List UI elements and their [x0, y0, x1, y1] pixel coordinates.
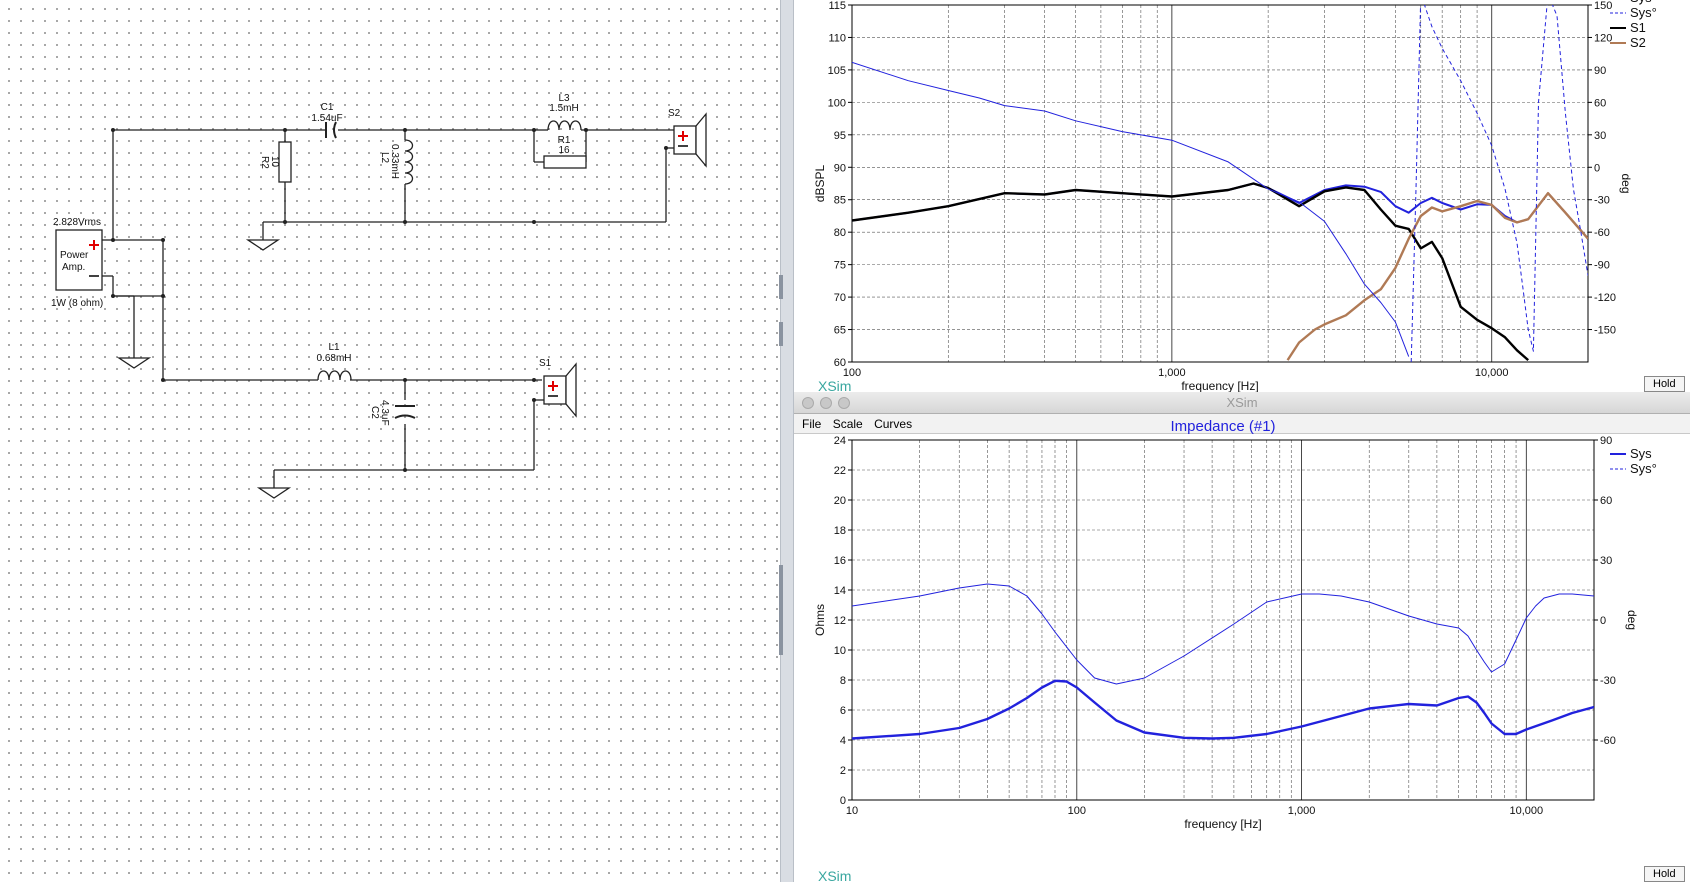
source-name-line1: Power — [60, 250, 89, 261]
y-tick-label: 100 — [828, 97, 846, 109]
y2-tick-label: 0 — [1600, 615, 1606, 627]
legend-label: Sys° — [1630, 5, 1657, 20]
y-tick-label: 85 — [834, 195, 846, 207]
schematic-canvas[interactable]: 2.828Vrms Power Amp. 1W (8 ohm) C1 1.54u… — [0, 0, 780, 882]
y-tick-label: 75 — [834, 260, 846, 272]
divider-mark — [779, 275, 783, 299]
c2-id: C2 — [369, 406, 380, 419]
l2-value: 0.33mH — [389, 144, 400, 179]
spl-chart: 60 65 70 75 80 85 90 95 100 105 110 115 -150 -120 -90 -… — [813, 0, 1657, 392]
hold-button[interactable]: Hold — [1644, 376, 1685, 392]
l3-value: 1.5mH — [549, 103, 578, 114]
y-tick-label: 14 — [834, 585, 846, 597]
y-tick-label: 6 — [840, 705, 846, 717]
y2-tick-label: 60 — [1600, 495, 1612, 507]
y2-tick-label: -150 — [1594, 325, 1616, 337]
y-tick-label: 70 — [834, 292, 846, 304]
y-tick-label: 22 — [834, 465, 846, 477]
series-s2-line — [1286, 192, 1588, 361]
l2-id: L2 — [379, 152, 390, 164]
y-tick-label: 4 — [840, 735, 846, 747]
x-tick-label: 1,000 — [1158, 367, 1186, 379]
y-tick-label: 95 — [834, 130, 846, 142]
legend-label: Sys° — [1630, 461, 1657, 476]
y-tick-label: 80 — [834, 227, 846, 239]
y-tick-label: 24 — [834, 435, 846, 447]
hold-button[interactable]: Hold — [1644, 866, 1685, 882]
c2-value: 4.3uF — [379, 400, 390, 426]
series-sys-line — [852, 583, 1594, 685]
x-axis-label: frequency [Hz] — [1184, 817, 1261, 831]
l1-id: L1 — [328, 342, 340, 353]
y2-tick-label: 30 — [1594, 130, 1606, 142]
x-tick-label: 10,000 — [1475, 367, 1509, 379]
y-tick-label: 110 — [828, 32, 846, 44]
x-tick-label: 100 — [1068, 805, 1086, 817]
y2-tick-label: 120 — [1594, 32, 1612, 44]
r2-id: R2 — [259, 156, 270, 169]
x-tick-label: 10,000 — [1510, 805, 1544, 817]
y2-tick-label: 30 — [1600, 555, 1612, 567]
y2-tick-label: -30 — [1594, 195, 1610, 207]
x-tick-label: 1,000 — [1288, 805, 1316, 817]
y-tick-label: 16 — [834, 555, 846, 567]
r1-value: 16 — [558, 145, 570, 156]
schematic-drawing: 2.828Vrms Power Amp. 1W (8 ohm) C1 1.54u… — [51, 93, 707, 499]
y2-tick-label: 150 — [1594, 0, 1612, 12]
y-tick-label: 20 — [834, 495, 846, 507]
source-name-line2: Amp. — [62, 262, 85, 273]
y-tick-label: 105 — [828, 65, 846, 77]
y-tick-label: 90 — [834, 162, 846, 174]
legend-label: Sys — [1630, 446, 1652, 461]
divider-mark — [779, 565, 783, 655]
divider-mark — [779, 322, 783, 346]
x-tick-label: 10 — [846, 805, 858, 817]
impedance-chart: 024681012141618202224-60-30030609010 100 1… — [813, 418, 1657, 831]
s1-id: S1 — [539, 358, 552, 369]
y-tick-label: 2 — [840, 765, 846, 777]
y2-tick-label: -60 — [1594, 227, 1610, 239]
y-tick-label: 8 — [840, 675, 846, 687]
plot-frame — [851, 4, 1589, 363]
c1-value: 1.54uF — [311, 113, 342, 124]
source-voltage-label: 2.828Vrms — [53, 217, 101, 228]
legend-label: S2 — [1630, 35, 1646, 50]
r2-value: 10 — [269, 156, 280, 168]
impedance-window[interactable]: XSim File Scale Curves 0 2 4 6 8 10 12 14 16 18 20… — [794, 392, 1690, 884]
x-axis-label: frequency [Hz] — [1181, 379, 1258, 392]
legend-label: S1 — [1630, 20, 1646, 35]
y-tick-label: 18 — [834, 525, 846, 537]
source-rating-label: 1W (8 ohm) — [51, 298, 103, 309]
y-axis-label: Ohms — [813, 604, 827, 636]
series-group — [852, 583, 1594, 740]
y2-tick-label: -60 — [1600, 735, 1616, 747]
y2-tick-label: 90 — [1594, 65, 1606, 77]
window-divider — [779, 0, 794, 882]
y2-tick-label: -90 — [1594, 260, 1610, 272]
series-group — [852, 5, 1588, 362]
y-tick-label: 65 — [834, 325, 846, 337]
y-axis-label: dBSPL — [813, 164, 827, 202]
y-tick-label: 115 — [828, 0, 846, 12]
l1-value: 0.68mH — [316, 353, 351, 364]
y2-tick-label: 90 — [1600, 435, 1612, 447]
c1-id: C1 — [321, 102, 334, 113]
spl-window[interactable]: 60 65 70 75 80 85 90 95 100 105 110 115 -150 -120 -90 -… — [794, 0, 1690, 394]
s2-id: S2 — [668, 108, 681, 119]
series-sys-line — [1410, 5, 1588, 362]
y2-tick-label: -120 — [1594, 292, 1616, 304]
y2-axis-label: deg — [1619, 173, 1633, 193]
series-sys-line — [852, 679, 1594, 740]
y2-tick-label: 0 — [1594, 162, 1600, 174]
chart-title: Impedance (#1) — [1170, 418, 1275, 435]
y-tick-label: 12 — [834, 615, 846, 627]
y-tick-label: 10 — [834, 645, 846, 657]
y2-axis-label: deg — [1625, 610, 1639, 630]
y2-tick-label: 60 — [1594, 97, 1606, 109]
y2-tick-label: -30 — [1600, 675, 1616, 687]
